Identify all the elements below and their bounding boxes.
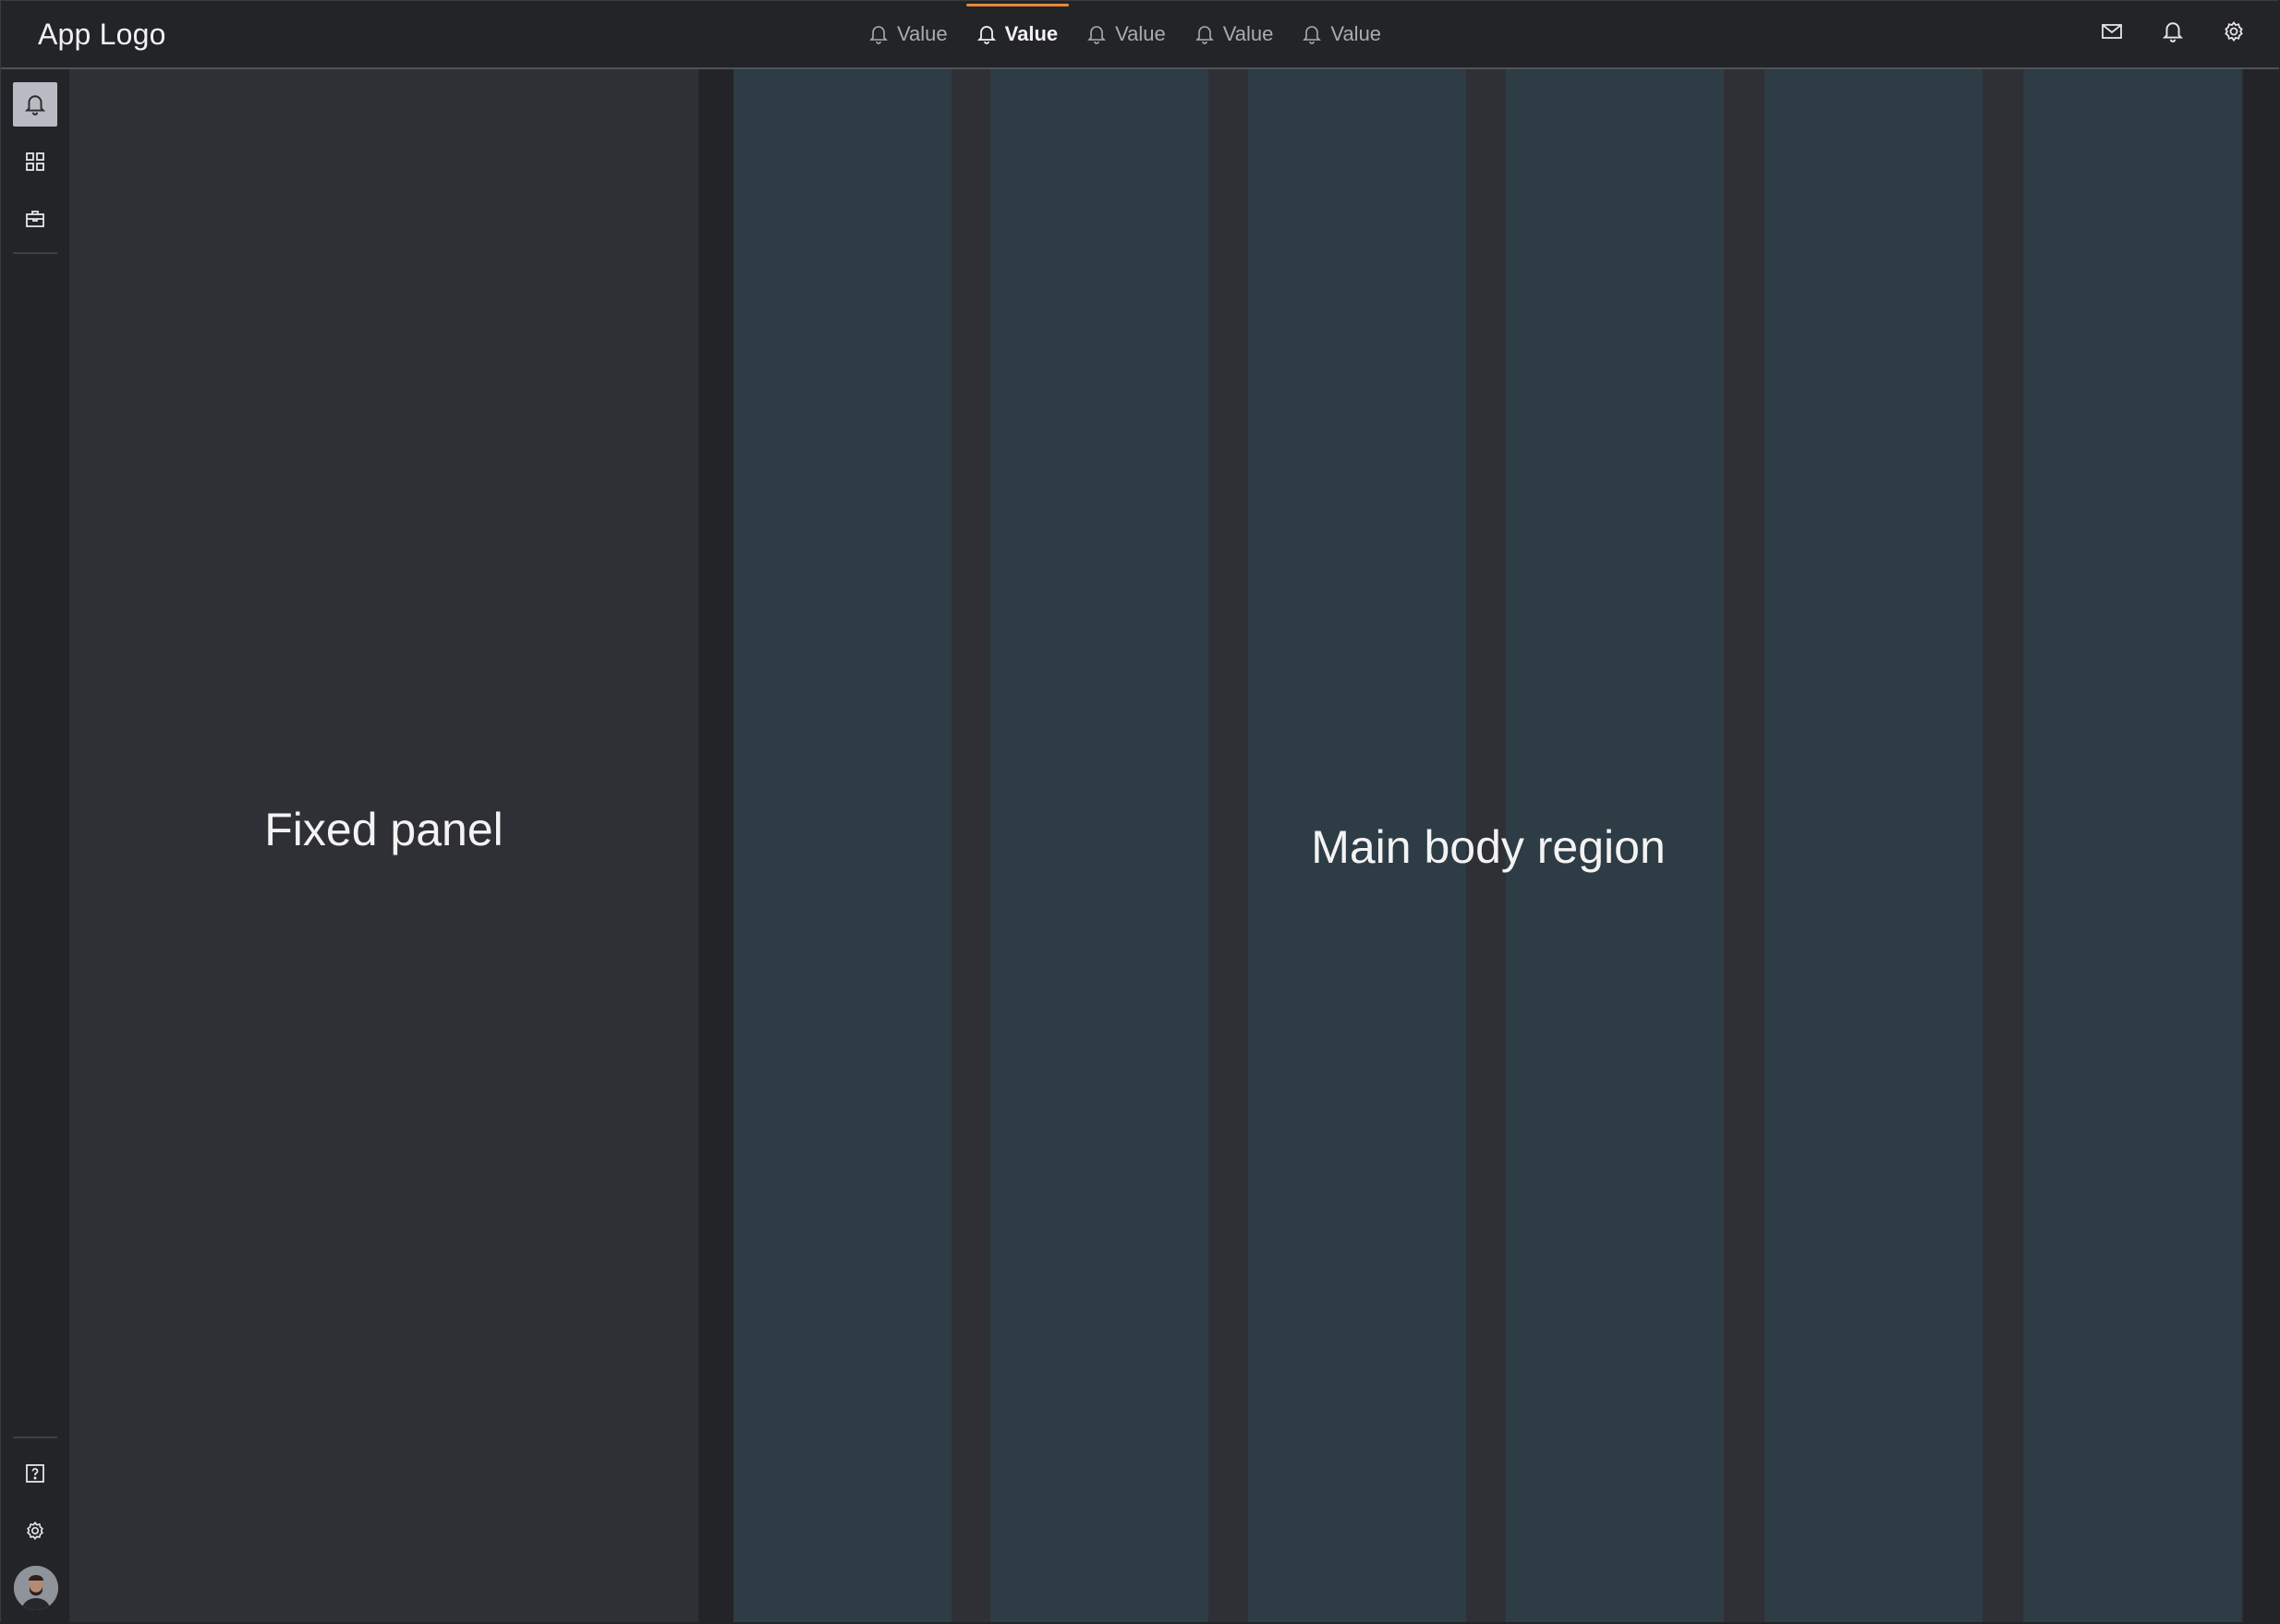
tab-value-3[interactable]: Value — [1074, 1, 1179, 67]
header-actions — [2100, 19, 2246, 43]
tab-label: Value — [1330, 22, 1382, 45]
grid-icon — [26, 152, 44, 171]
gear-icon — [27, 1521, 43, 1541]
fixed-panel-label: Fixed panel — [264, 804, 503, 855]
main-body-region: Main body region — [734, 69, 2243, 1622]
tab-value-5[interactable]: Value — [1290, 1, 1394, 67]
app-logo[interactable]: App Logo — [38, 18, 166, 52]
tab-label: Value — [897, 22, 948, 45]
bell-icon[interactable] — [2161, 19, 2185, 43]
tab-value-1[interactable]: Value — [856, 1, 961, 67]
tab-bar: Value Value Value Value Value — [856, 1, 1398, 67]
mail-icon[interactable] — [2100, 19, 2124, 43]
tab-label: Value — [1004, 22, 1059, 45]
right-gutter — [2243, 69, 2278, 1622]
rail-settings-button[interactable] — [13, 1509, 57, 1553]
rail-grid-button[interactable] — [13, 139, 57, 184]
bell-icon — [1087, 26, 1107, 44]
tab-value-2[interactable]: Value — [964, 1, 1071, 67]
top-app-bar: App Logo Value Value Value Value Value — [1, 1, 2279, 69]
side-rail — [1, 69, 69, 1622]
rail-help-button[interactable] — [13, 1451, 57, 1496]
rail-divider — [13, 252, 57, 254]
main-body-label: Main body region — [1311, 821, 1666, 873]
rail-briefcase-button[interactable] — [13, 197, 57, 241]
briefcase-icon — [26, 211, 44, 227]
fixed-panel: Fixed panel — [69, 69, 698, 1622]
user-avatar[interactable] — [14, 1566, 58, 1610]
bell-icon — [869, 26, 888, 44]
tab-label: Value — [1222, 22, 1274, 45]
bell-icon — [25, 95, 45, 115]
bell-icon — [1303, 26, 1322, 44]
gear-icon[interactable] — [2222, 19, 2246, 43]
tab-label: Value — [1115, 22, 1166, 45]
bell-icon — [976, 26, 996, 44]
panel-gutter — [698, 69, 734, 1622]
avatar-image — [14, 1566, 58, 1610]
rail-divider — [13, 1436, 57, 1438]
tab-value-4[interactable]: Value — [1182, 1, 1287, 67]
help-icon — [26, 1464, 44, 1483]
bell-icon — [1195, 26, 1214, 44]
rail-notifications-button[interactable] — [13, 82, 57, 127]
